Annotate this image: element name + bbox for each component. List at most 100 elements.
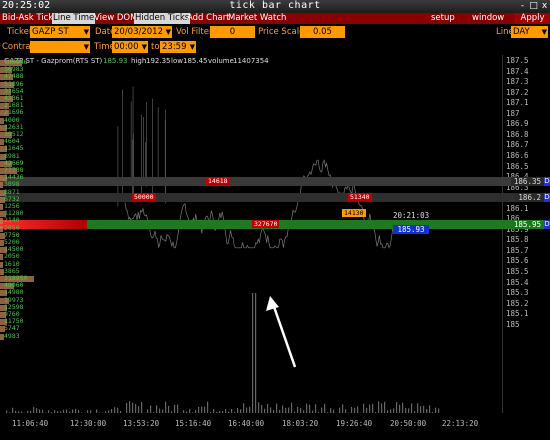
tick-volume-bar	[75, 409, 77, 413]
tick-volume-bar	[429, 405, 431, 413]
tick-volume-bar	[162, 409, 164, 413]
tick-volume-bar	[408, 408, 410, 413]
tick-volume-bar	[57, 411, 59, 413]
menu-window[interactable]: window	[471, 13, 505, 24]
minimize-button[interactable]: -	[517, 1, 528, 11]
chevron-down-icon: ▼	[83, 28, 89, 36]
tick-volume-bar	[270, 407, 272, 413]
tick-volume-bar	[141, 402, 143, 413]
tick-volume-bar	[192, 412, 194, 413]
time-tick: 12:30:00	[70, 419, 107, 428]
high-value: 192.35	[146, 57, 171, 65]
tick-volume-bar	[42, 409, 44, 413]
tick-volume-bar	[174, 404, 176, 413]
time-from-input[interactable]: 00:00 ▼	[112, 41, 148, 53]
tick-volume-bar	[258, 402, 260, 413]
tick-volume-bar	[411, 403, 413, 413]
tick-volume-bar	[339, 407, 341, 413]
order-size-label: 51340	[348, 193, 372, 202]
ticker-label: Ticker	[7, 27, 33, 37]
tick-volume-bar	[276, 403, 278, 413]
level-price-label[interactable]: 185.95	[510, 219, 544, 229]
tick-volume-bar	[204, 406, 206, 413]
tick-volume-bar	[435, 407, 437, 413]
menu-bid-ask-tick[interactable]: Bid-Ask Tick	[1, 13, 54, 24]
tick-volume-bar	[354, 407, 356, 413]
time-to-input[interactable]: 23:59 ▼	[160, 41, 196, 53]
menu-hidden-ticks[interactable]: Hidden Ticks	[134, 13, 191, 24]
tick-volume-bar	[384, 401, 386, 413]
tick-volume-bar	[96, 409, 98, 413]
price-tick: 187.4	[506, 66, 529, 76]
close-button[interactable]: x	[539, 1, 550, 11]
tick-volume-bar	[375, 412, 377, 413]
tick-volume-bar	[207, 401, 209, 413]
price-tick: 187.5	[506, 56, 529, 65]
ticker-input[interactable]: GAZP ST ▼	[30, 26, 90, 38]
tick-volume-bar	[327, 412, 329, 413]
date-input[interactable]: 20/03/2012 ▼	[112, 26, 172, 38]
volfilter-input[interactable]: 0	[210, 26, 255, 38]
level-price-label[interactable]: 186.35	[510, 177, 544, 187]
level-marker[interactable]: D	[544, 193, 550, 203]
tick-volume-bar	[285, 407, 287, 413]
tick-volume-bar	[159, 408, 161, 413]
level-price-label[interactable]: 186.2	[515, 193, 544, 203]
tick-volume-bar	[318, 411, 320, 413]
order-size-label: 14618	[206, 177, 230, 186]
tick-volume-bar	[99, 412, 101, 413]
price-tick: 186.9	[506, 119, 529, 129]
to-label: to	[151, 42, 160, 52]
tick-volume-bar	[330, 408, 332, 413]
menu-setup[interactable]: setup	[430, 13, 456, 24]
chart-area[interactable]	[0, 55, 502, 413]
tick-volume-bar	[417, 403, 419, 413]
tick-volume-bar	[66, 409, 68, 413]
time-tick: 18:03:20	[282, 419, 319, 428]
tick-volume-bar	[12, 407, 14, 413]
tick-volume-bar	[27, 410, 29, 413]
tick-volume-bar	[291, 402, 293, 413]
tick-volume-bar	[294, 411, 296, 413]
tick-volume-bar	[198, 407, 200, 413]
chevron-down-icon: ▼	[141, 43, 147, 51]
tick-volume-bar	[39, 409, 41, 413]
tick-volume-bar	[393, 408, 395, 413]
menu-market-watch[interactable]: Market Watch	[227, 13, 287, 24]
tick-volume-bar	[219, 411, 221, 413]
tick-volume-bar	[267, 404, 269, 413]
tick-volume-bar	[342, 404, 344, 413]
menu-line-time[interactable]: Line Time	[52, 13, 96, 24]
tick-volume-bar	[228, 411, 230, 413]
tick-volume-bar	[51, 412, 53, 413]
tick-volume-bar	[108, 410, 110, 413]
tick-volume-bar	[243, 403, 245, 413]
tick-volume-bar	[150, 405, 152, 413]
level-marker[interactable]: D	[544, 219, 550, 229]
price-tick: 185.7	[506, 245, 529, 255]
tick-volume-bar	[249, 406, 251, 413]
tick-volume-bar	[36, 408, 38, 413]
line-select[interactable]: DAY ▼	[511, 26, 548, 38]
pricescale-input[interactable]: 0.05	[300, 26, 345, 38]
tick-volume-bar	[246, 407, 248, 413]
apply-button[interactable]: Apply	[515, 13, 550, 24]
volume-profile-bar	[0, 261, 3, 268]
tick-volume-bar	[6, 410, 8, 413]
menu-add-chart[interactable]: Add Chart	[186, 13, 231, 24]
level-marker[interactable]: D	[544, 177, 550, 187]
tick-volume-bar	[60, 411, 62, 413]
tick-volume-bar	[366, 407, 368, 413]
tick-volume-bar	[414, 411, 416, 413]
volfilter-label: Vol Filter	[176, 27, 213, 37]
time-tick: 13:53:20	[123, 419, 160, 428]
tick-volume-bar	[30, 410, 32, 413]
menu-view-dom[interactable]: View DOM	[93, 13, 138, 24]
maximize-button[interactable]: □	[528, 1, 539, 11]
annotation-arrow	[266, 296, 297, 368]
tick-volume-bar	[351, 407, 353, 413]
tick-volume-bar	[261, 404, 263, 413]
tick-volume-bar	[216, 412, 218, 413]
tick-volume-bar	[156, 405, 158, 413]
contract-input[interactable]: ▼	[30, 41, 90, 53]
